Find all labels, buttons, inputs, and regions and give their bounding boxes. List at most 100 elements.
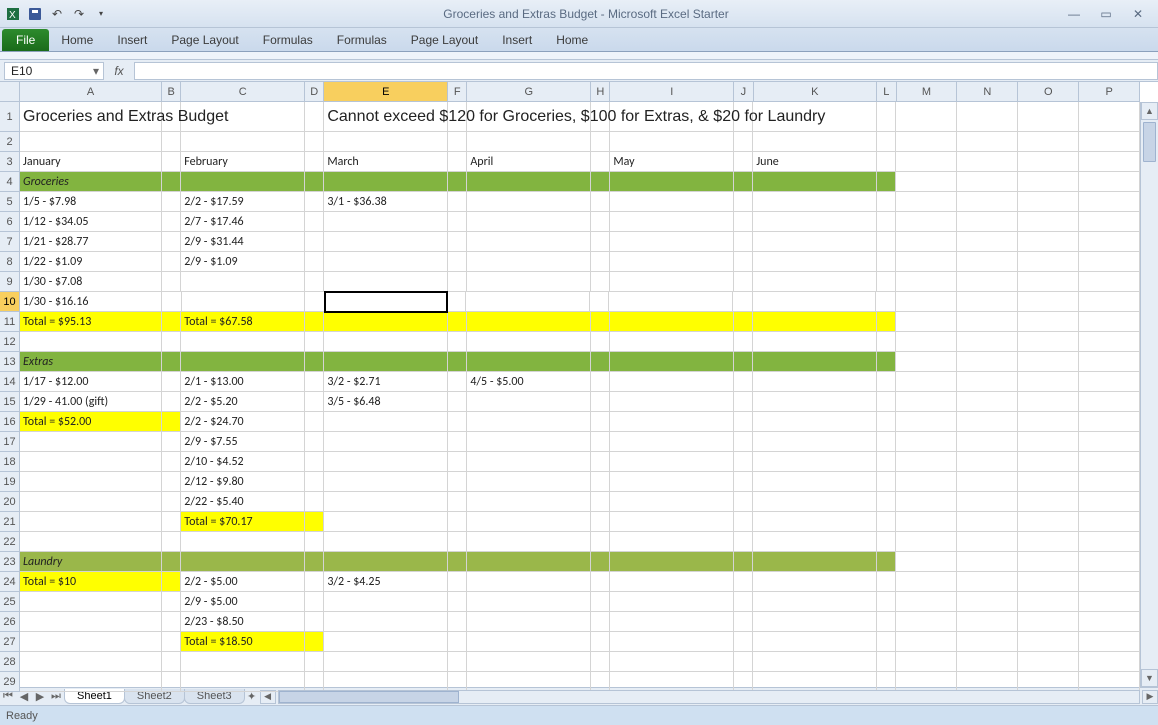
cell-J22[interactable] xyxy=(734,532,754,552)
cell-I16[interactable] xyxy=(610,412,734,432)
cell-I13[interactable] xyxy=(610,352,734,372)
cell-O20[interactable] xyxy=(1018,492,1079,512)
cell-F5[interactable] xyxy=(448,192,468,212)
cell-O6[interactable] xyxy=(1018,212,1079,232)
cell-G4[interactable] xyxy=(467,172,591,192)
cell-B17[interactable] xyxy=(162,432,182,452)
cell-I11[interactable] xyxy=(610,312,734,332)
cell-D24[interactable] xyxy=(305,572,325,592)
cell-H20[interactable] xyxy=(591,492,611,512)
cell-E7[interactable] xyxy=(324,232,448,252)
cell-D20[interactable] xyxy=(305,492,325,512)
column-header-J[interactable]: J xyxy=(734,82,753,101)
cell-N12[interactable] xyxy=(957,332,1018,352)
cell-O13[interactable] xyxy=(1018,352,1079,372)
cell-C6[interactable]: 2/7 - $17.46 xyxy=(181,212,305,232)
cell-K16[interactable] xyxy=(753,412,877,432)
row-header-25[interactable]: 25 xyxy=(0,592,19,612)
cell-O10[interactable] xyxy=(1018,292,1079,312)
cell-J19[interactable] xyxy=(734,472,754,492)
cell-D12[interactable] xyxy=(305,332,325,352)
cell-E10[interactable] xyxy=(324,291,448,313)
cell-O1[interactable] xyxy=(1018,102,1079,132)
cell-C5[interactable]: 2/2 - $17.59 xyxy=(181,192,305,212)
cell-A16[interactable]: Total = $52.00 xyxy=(20,412,162,432)
cell-C21[interactable]: Total = $70.17 xyxy=(181,512,305,532)
cell-A18[interactable] xyxy=(20,452,162,472)
cell-P1[interactable] xyxy=(1079,102,1140,132)
cell-D13[interactable] xyxy=(305,352,325,372)
cell-H13[interactable] xyxy=(591,352,611,372)
cell-O21[interactable] xyxy=(1018,512,1079,532)
cell-K7[interactable] xyxy=(753,232,877,252)
cell-G26[interactable] xyxy=(467,612,591,632)
cell-M26[interactable] xyxy=(896,612,957,632)
cell-I15[interactable] xyxy=(610,392,734,412)
column-header-F[interactable]: F xyxy=(448,82,467,101)
cell-M9[interactable] xyxy=(896,272,957,292)
cell-O8[interactable] xyxy=(1018,252,1079,272)
cell-B18[interactable] xyxy=(162,452,182,472)
row-header-2[interactable]: 2 xyxy=(0,132,19,152)
cell-D26[interactable] xyxy=(305,612,325,632)
cell-G15[interactable] xyxy=(467,392,591,412)
cell-F24[interactable] xyxy=(448,572,468,592)
cell-I18[interactable] xyxy=(610,452,734,472)
cell-N2[interactable] xyxy=(957,132,1018,152)
cell-O9[interactable] xyxy=(1018,272,1079,292)
cell-E26[interactable] xyxy=(324,612,448,632)
cell-K25[interactable] xyxy=(753,592,877,612)
cell-B6[interactable] xyxy=(162,212,182,232)
cell-F26[interactable] xyxy=(448,612,468,632)
cell-J27[interactable] xyxy=(734,632,754,652)
cell-I19[interactable] xyxy=(610,472,734,492)
file-tab[interactable]: File xyxy=(2,29,49,51)
cell-C16[interactable]: 2/2 - $24.70 xyxy=(181,412,305,432)
cell-D3[interactable] xyxy=(305,152,325,172)
cell-G7[interactable] xyxy=(467,232,591,252)
ribbon-tab-page-layout[interactable]: Page Layout xyxy=(399,29,490,51)
cell-H18[interactable] xyxy=(591,452,611,472)
cell-C25[interactable]: 2/9 - $5.00 xyxy=(181,592,305,612)
cell-I9[interactable] xyxy=(610,272,734,292)
cell-J6[interactable] xyxy=(734,212,754,232)
cell-L2[interactable] xyxy=(877,132,897,152)
cell-L8[interactable] xyxy=(877,252,897,272)
cell-J25[interactable] xyxy=(734,592,754,612)
cell-D16[interactable] xyxy=(305,412,325,432)
minimize-icon[interactable]: — xyxy=(1062,7,1086,21)
cell-F25[interactable] xyxy=(448,592,468,612)
cell-M28[interactable] xyxy=(896,652,957,672)
cell-F17[interactable] xyxy=(448,432,468,452)
cell-I23[interactable] xyxy=(610,552,734,572)
cell-O16[interactable] xyxy=(1018,412,1079,432)
cell-M6[interactable] xyxy=(896,212,957,232)
cell-B13[interactable] xyxy=(162,352,182,372)
cell-M2[interactable] xyxy=(896,132,957,152)
cell-O14[interactable] xyxy=(1018,372,1079,392)
cell-A13[interactable]: Extras xyxy=(20,352,162,372)
cell-C2[interactable] xyxy=(181,132,305,152)
cell-K6[interactable] xyxy=(753,212,877,232)
cell-D22[interactable] xyxy=(305,532,325,552)
cell-H2[interactable] xyxy=(591,132,611,152)
cell-I12[interactable] xyxy=(610,332,734,352)
cell-O5[interactable] xyxy=(1018,192,1079,212)
cell-D1[interactable] xyxy=(305,102,325,132)
cell-O26[interactable] xyxy=(1018,612,1079,632)
cell-C15[interactable]: 2/2 - $5.20 xyxy=(181,392,305,412)
cell-E18[interactable] xyxy=(324,452,448,472)
column-header-P[interactable]: P xyxy=(1079,82,1140,101)
cell-N6[interactable] xyxy=(957,212,1018,232)
cells-grid[interactable]: Groceries and Extras BudgetCannot exceed… xyxy=(20,102,1140,687)
cell-C22[interactable] xyxy=(181,532,305,552)
ribbon-tab-formulas[interactable]: Formulas xyxy=(325,29,399,51)
cell-H25[interactable] xyxy=(591,592,611,612)
row-header-10[interactable]: 10 xyxy=(0,292,19,312)
row-header-24[interactable]: 24 xyxy=(0,572,19,592)
cell-L3[interactable] xyxy=(877,152,897,172)
cell-P10[interactable] xyxy=(1079,292,1140,312)
cell-L14[interactable] xyxy=(877,372,897,392)
cell-C20[interactable]: 2/22 - $5.40 xyxy=(181,492,305,512)
cell-N9[interactable] xyxy=(957,272,1018,292)
